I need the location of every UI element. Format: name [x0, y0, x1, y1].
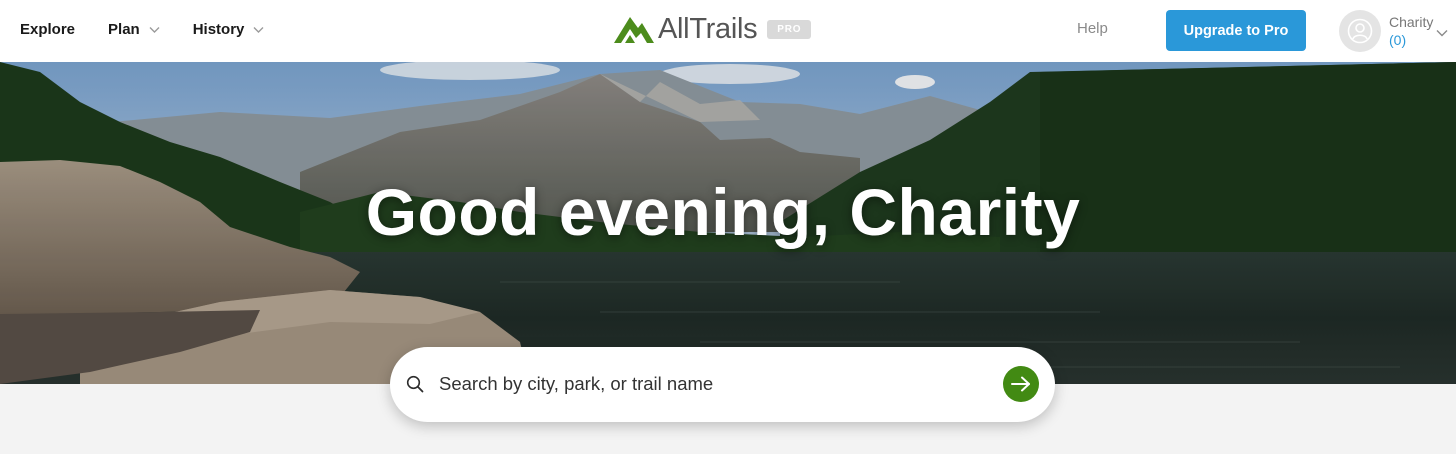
alltrails-logo[interactable]: AllTrails PRO [613, 12, 812, 45]
logo-wordmark: AllTrails [658, 12, 758, 45]
account-info: Charity (0) [1389, 13, 1433, 49]
top-navigation: Explore Plan History AllTrails PRO Help … [0, 0, 1456, 62]
primary-nav: Explore Plan History [20, 0, 297, 58]
nav-item-plan[interactable]: Plan [108, 21, 160, 38]
account-name: Charity [1389, 14, 1434, 30]
search-icon [406, 375, 424, 393]
user-avatar-icon [1347, 18, 1373, 44]
nav-item-label: Explore [20, 20, 76, 38]
hero-banner: Good evening, Charity [0, 62, 1456, 384]
account-count: (0) [1389, 32, 1407, 48]
search-submit-button[interactable] [1003, 366, 1039, 402]
help-link[interactable]: Help [1077, 20, 1108, 37]
pro-badge: PRO [767, 19, 812, 39]
arrow-right-icon [1011, 376, 1030, 392]
greeting-heading: Good evening, Charity [365, 175, 1081, 249]
chevron-down-icon [253, 24, 264, 35]
nav-item-explore[interactable]: Explore [20, 21, 75, 38]
upgrade-to-pro-button[interactable]: Upgrade to Pro [1166, 10, 1306, 51]
avatar [1339, 10, 1381, 52]
nav-item-history[interactable]: History [193, 21, 265, 38]
chevron-down-icon [149, 24, 160, 35]
alltrails-logo-mark-icon [614, 17, 654, 43]
nav-item-label: History [192, 20, 245, 38]
chevron-down-icon[interactable] [1436, 28, 1448, 38]
search-bar [390, 347, 1055, 422]
search-input[interactable] [439, 367, 979, 401]
account-menu[interactable]: Charity (0) [1339, 9, 1433, 53]
nav-item-label: Plan [108, 20, 140, 38]
